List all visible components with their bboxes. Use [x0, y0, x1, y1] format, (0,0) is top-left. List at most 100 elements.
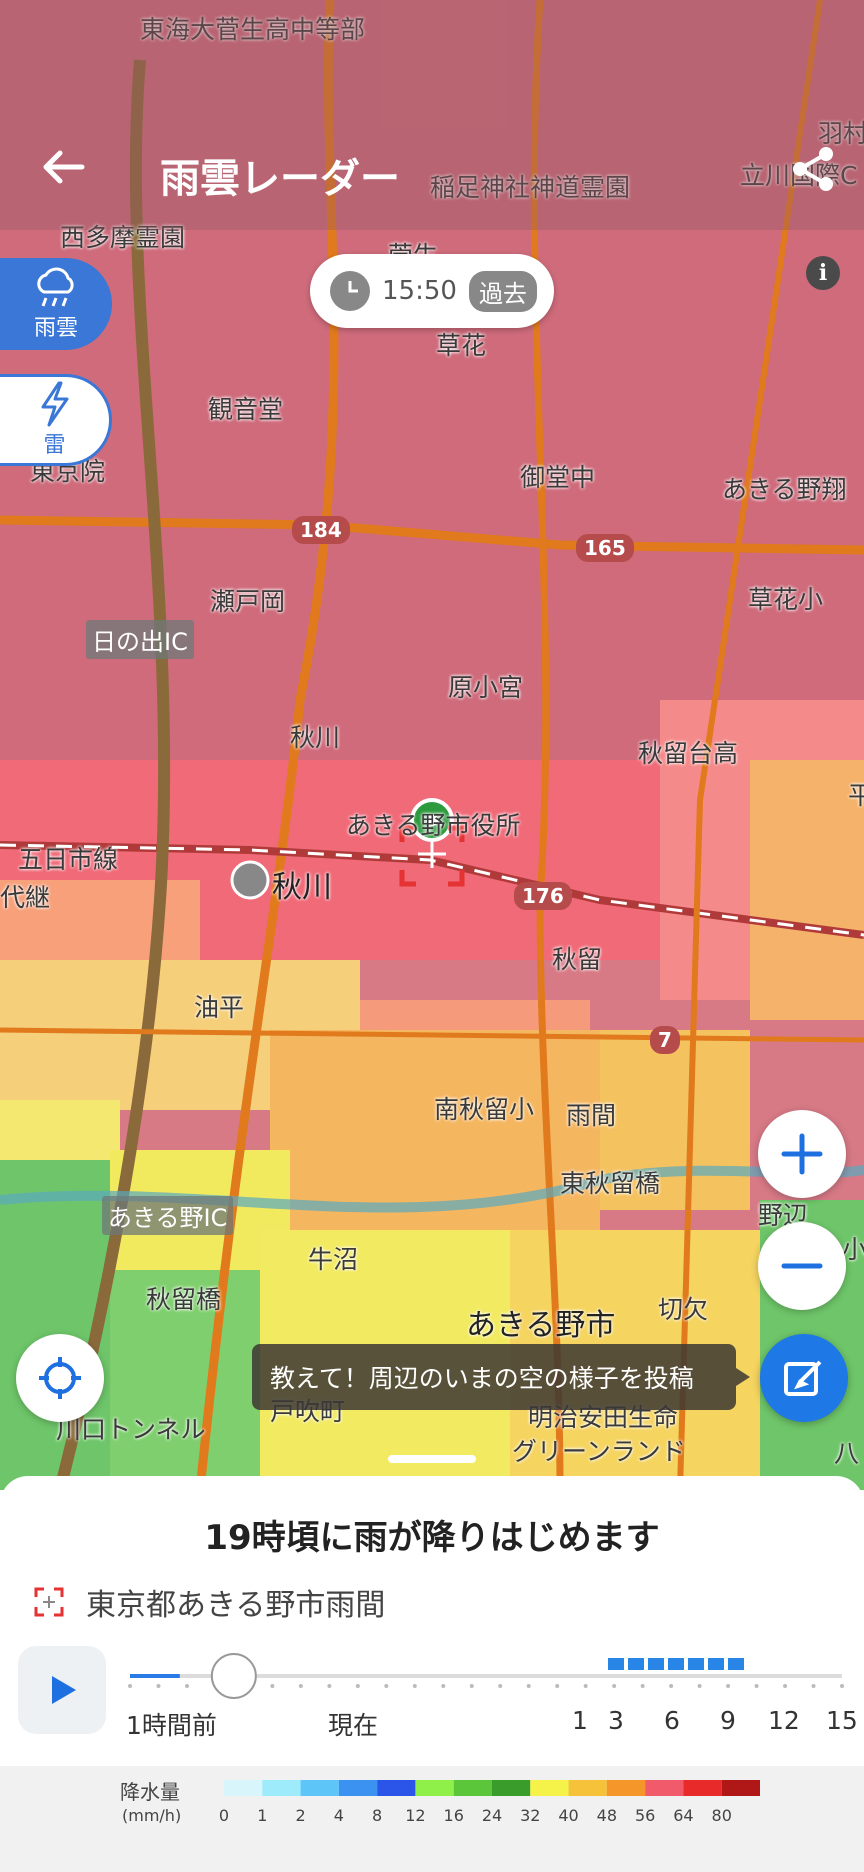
map-label: 東秋留橋 [560, 1169, 661, 1198]
map-label: 南秋留小 [434, 1095, 535, 1124]
arrow-left-icon[interactable] [36, 140, 90, 194]
map-label: 観音堂 [208, 395, 284, 424]
crosshair-icon [39, 1357, 81, 1399]
current-time: 15:50 [382, 276, 457, 306]
map-label: 草花小 [748, 585, 824, 614]
map-label: 瀬戸岡 [210, 587, 286, 616]
timeline-dot [128, 1684, 132, 1688]
rain-cloud-layer-label: 雨雲 [33, 316, 78, 341]
legend-value: 2 [295, 1806, 306, 1825]
timeline-label: 9 [720, 1706, 736, 1735]
timeline-dot [270, 1684, 275, 1688]
station-label: 秋川 [272, 870, 332, 905]
timeline-knob[interactable] [210, 1653, 257, 1699]
timeline-dot [355, 1684, 360, 1688]
page-title: 雨雲レーダー [160, 156, 400, 202]
legend-swatch [721, 1780, 760, 1796]
legend-swatch [492, 1780, 531, 1796]
locate-button[interactable] [16, 1334, 104, 1422]
timeline-dot [526, 1684, 531, 1688]
map-label: 秋留台高 [638, 739, 739, 768]
map-label: 油平 [194, 993, 245, 1022]
timeline-dot [783, 1684, 788, 1688]
post-prompt[interactable]: 教えて！周辺のいまの空の様子を投稿 [252, 1344, 750, 1410]
sheet-handle[interactable] [388, 1455, 476, 1463]
forecast-rain-block [688, 1658, 704, 1670]
map-label: 原小宮 [448, 673, 524, 702]
map-label: 八 [834, 1439, 860, 1468]
map-label: 牛沼 [308, 1245, 359, 1274]
lightning-layer-button[interactable]: 雷 [0, 374, 112, 466]
timeline-dot [640, 1684, 645, 1688]
edit-icon [784, 1360, 822, 1396]
map-label: 切欠 [658, 1295, 709, 1324]
rain-cloud-layer-button[interactable]: 雨雲 [0, 258, 112, 350]
forecast-rain-block [728, 1658, 744, 1670]
legend-value: 48 [596, 1806, 618, 1825]
zoom-in-button[interactable] [758, 1110, 846, 1198]
forecast-message: 19時頃に雨が降りはじめます [204, 1518, 660, 1558]
route-shield: 184 [292, 516, 350, 544]
legend-value: 32 [520, 1806, 541, 1825]
legend-value: 80 [711, 1806, 732, 1825]
target-icon [34, 1587, 64, 1617]
map-label: 五日市線 [18, 845, 119, 874]
map-label: 秋留 [552, 945, 603, 974]
legend-swatch [568, 1780, 607, 1796]
timeline-dot [754, 1684, 759, 1688]
map-label: 秋留橋 [146, 1285, 222, 1314]
time-selector[interactable]: 15:50 過去 [310, 254, 554, 328]
app-header: 雨雲レーダー [0, 0, 864, 230]
legend-swatch [377, 1780, 416, 1796]
map-label: グリーンランド [512, 1437, 686, 1466]
info-icon[interactable]: i [806, 256, 840, 290]
legend-value: 64 [673, 1806, 694, 1825]
map-label: 平 [848, 781, 864, 810]
location-name: 東京都あきる野市雨間 [86, 1588, 386, 1623]
city-label: あきる野市 [466, 1308, 616, 1343]
clock-icon [330, 271, 370, 311]
legend-swatch [645, 1780, 684, 1796]
zoom-out-button[interactable] [758, 1222, 846, 1310]
timeline-label: 12 [768, 1706, 800, 1735]
forecast-rain-block [668, 1658, 684, 1670]
legend-color-bar [224, 1780, 760, 1796]
legend-swatch [606, 1780, 646, 1796]
timeline-dot [469, 1684, 474, 1688]
legend-value: 0 [218, 1806, 230, 1825]
legend-value: 8 [372, 1806, 383, 1825]
ic-label: 日の出IC [86, 620, 194, 659]
timeline-dot [697, 1684, 702, 1688]
legend-value: 24 [481, 1806, 503, 1825]
forecast-rain-block [608, 1658, 624, 1670]
timeline-dot [184, 1684, 189, 1688]
map-label: 秋川 [290, 723, 341, 752]
timeline-dot [840, 1684, 844, 1688]
legend-swatch [530, 1780, 569, 1796]
timeline-dot [298, 1684, 303, 1688]
timeline-dot [555, 1684, 560, 1688]
timeline-dot [441, 1684, 446, 1688]
legend-unit: (mm/h) [122, 1806, 182, 1825]
timeline-dot [156, 1684, 161, 1688]
map-label: 御堂中 [520, 463, 596, 492]
timeline-dot [811, 1684, 816, 1688]
legend-swatch [415, 1780, 454, 1796]
legend-value: 4 [333, 1806, 344, 1825]
legend-value: 56 [634, 1806, 656, 1825]
timeline-label: 15 [826, 1706, 858, 1735]
post-button[interactable] [760, 1334, 848, 1422]
lightning-layer-label: 雷 [43, 433, 66, 458]
share-icon[interactable] [788, 144, 838, 194]
map-label: 雨間 [566, 1101, 617, 1130]
plus-icon [781, 1133, 823, 1175]
legend-value: 40 [558, 1806, 579, 1825]
map-label: 代継 [0, 883, 51, 912]
lightning-icon [41, 381, 68, 427]
legend-swatch [338, 1780, 378, 1796]
timeline-dot [384, 1684, 389, 1688]
timeline-dot [583, 1684, 588, 1688]
timeline-label: 3 [608, 1706, 624, 1735]
timeline-dot [612, 1684, 617, 1688]
legend-swatch [224, 1780, 263, 1796]
